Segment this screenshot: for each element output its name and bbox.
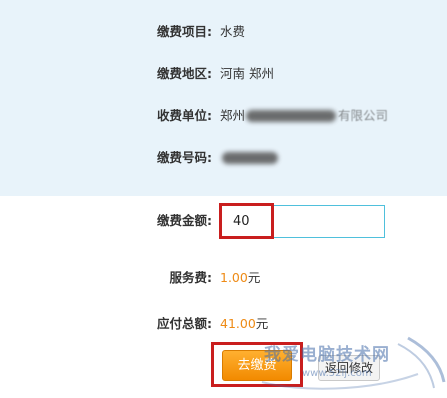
service-fee-value: 1.00元 [220,268,260,288]
service-fee-row: 服务费: 1.00元 [0,268,447,288]
watermark-title: 我爱电脑技术网 [264,345,390,365]
amount-label: 缴费金额: [157,213,212,228]
bill-region-value: 河南 郑州 [220,66,274,81]
bill-unit-value: 郑州 [220,108,246,123]
bill-number-label: 缴费号码: [157,150,212,165]
bill-region-label: 缴费地区: [157,66,212,81]
bill-unit-row: 收费单位: 郑州 有限公司 [0,106,447,126]
total-unit: 元 [255,316,269,331]
bill-unit-value-tail: 有限公司 [338,108,389,123]
bill-info-panel: 缴费项目: 水费 缴费地区: 河南 郑州 收费单位: 郑州 有限公司 缴费号码: [0,0,447,196]
watermark-url: www.52lj.com [302,368,372,379]
amount-input-group [219,203,385,239]
site-watermark: 我爱电脑技术网 www.52lj.com [258,330,447,398]
bill-item-row: 缴费项目: 水费 [0,22,447,42]
bill-number-row: 缴费号码: [0,148,447,168]
redacted-bill-number [222,152,278,164]
total-amount: 41.00 [220,316,256,331]
service-fee-label: 服务费: [169,270,213,285]
service-fee-unit: 元 [247,270,261,285]
service-fee-amount: 1.00 [220,270,248,285]
bill-region-row: 缴费地区: 河南 郑州 [0,64,447,84]
total-label: 应付总额: [157,316,212,331]
bill-item-label: 缴费项目: [157,24,212,39]
bill-unit-label: 收费单位: [157,108,212,123]
redacted-unit-name [246,110,336,122]
amount-input[interactable] [221,205,385,238]
bill-item-value: 水费 [220,24,246,39]
